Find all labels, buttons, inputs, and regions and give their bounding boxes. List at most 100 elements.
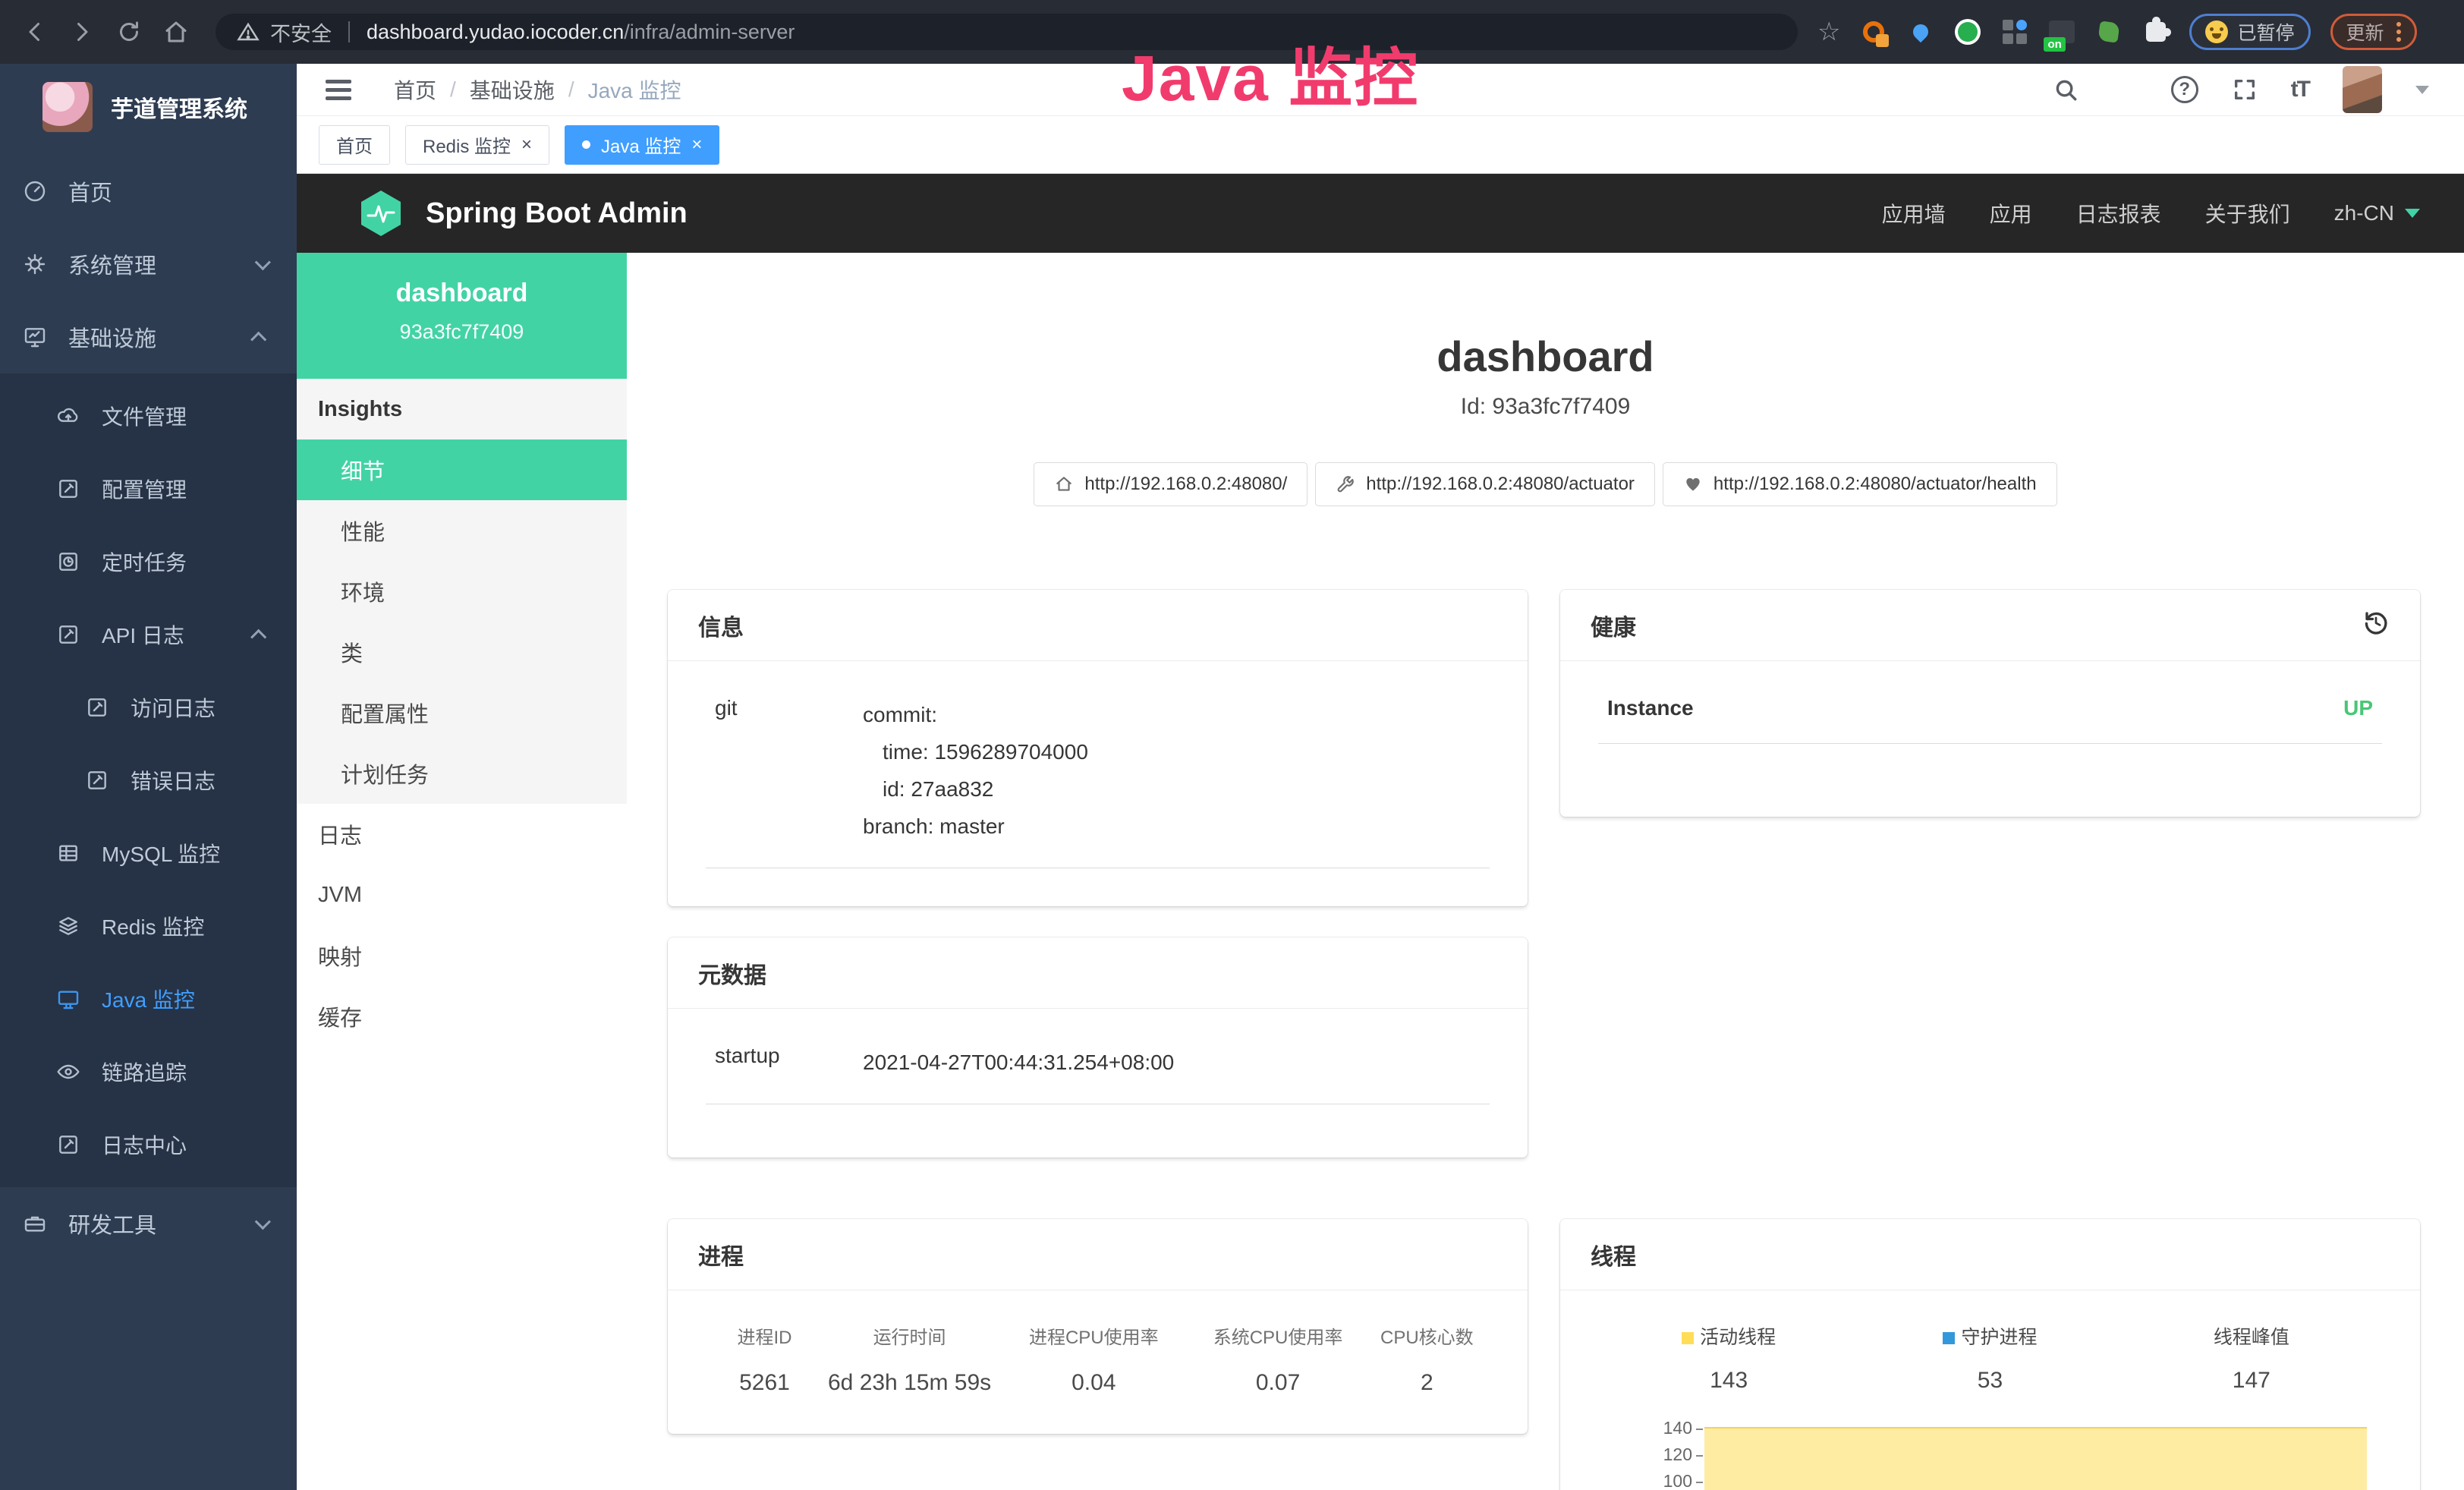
fullscreen-icon[interactable] bbox=[2232, 77, 2258, 102]
breadcrumb: 首页 / 基础设施 / Java 监控 bbox=[394, 74, 681, 105]
language-selector[interactable]: zh-CN bbox=[2334, 201, 2420, 225]
health-card-header: 健康 bbox=[1560, 590, 2420, 661]
paused-badge[interactable]: 已暂停 bbox=[2189, 14, 2310, 50]
sba-nav-journal[interactable]: 日志报表 bbox=[2076, 198, 2161, 228]
tab-redis-monitor[interactable]: Redis 监控 × bbox=[405, 125, 549, 165]
instance-health-row: Instance UP bbox=[1598, 661, 2382, 744]
threads-chart: 140 120 100 bbox=[1598, 1415, 2382, 1490]
sidebar-item-access-log[interactable]: 访问日志 bbox=[0, 671, 297, 744]
bookmark-star-icon[interactable]: ☆ bbox=[1817, 19, 1840, 45]
sidebar-item-infra[interactable]: 基础设施 bbox=[0, 301, 297, 373]
sba-main: dashboard Id: 93a3fc7f7409 http://192.16… bbox=[627, 253, 2464, 1490]
sba-item-logs[interactable]: 日志 bbox=[297, 804, 627, 865]
leaf-extension-icon[interactable] bbox=[2095, 18, 2123, 46]
switch-on-extension-icon[interactable]: on bbox=[2048, 18, 2075, 46]
kebab-menu-icon[interactable] bbox=[2396, 22, 2401, 42]
download-extension-icon[interactable] bbox=[1860, 18, 1887, 46]
breadcrumb-infra[interactable]: 基础设施 bbox=[470, 74, 555, 105]
sidebar-item-api-log[interactable]: API 日志 bbox=[0, 598, 297, 671]
chevron-up-icon bbox=[250, 331, 266, 347]
sidebar-item-log-center[interactable]: 日志中心 bbox=[0, 1108, 297, 1181]
app-logo-row: 芋道管理系统 bbox=[0, 64, 297, 140]
chevron-up-icon bbox=[250, 628, 266, 644]
user-menu-caret-icon[interactable] bbox=[2415, 86, 2429, 94]
update-label: 更新 bbox=[2346, 18, 2384, 46]
y-extension-icon[interactable] bbox=[1954, 18, 1981, 46]
sidebar-item-java-monitor[interactable]: Java 监控 bbox=[0, 962, 297, 1035]
sidebar-item-scheduled-tasks[interactable]: 定时任务 bbox=[0, 525, 297, 598]
layers-icon bbox=[56, 914, 80, 938]
sidebar-item-home[interactable]: 首页 bbox=[0, 155, 297, 228]
cloud-upload-icon bbox=[56, 404, 80, 428]
health-url-button[interactable]: http://192.168.0.2:48080/actuator/health bbox=[1663, 462, 2057, 506]
close-tab-icon[interactable]: × bbox=[691, 136, 702, 154]
threads-card-header: 线程 bbox=[1560, 1219, 2420, 1290]
sba-item-environment[interactable]: 环境 bbox=[297, 561, 627, 622]
sidebar-item-config-manage[interactable]: 配置管理 bbox=[0, 452, 297, 525]
page-annotation: Java 监控 bbox=[1122, 27, 1419, 119]
update-button[interactable]: 更新 bbox=[2330, 14, 2417, 50]
pin-extension-icon[interactable] bbox=[1907, 18, 1934, 46]
close-tab-icon[interactable]: × bbox=[521, 136, 532, 154]
tab-java-monitor[interactable]: Java 监控 × bbox=[565, 125, 719, 165]
monitor-icon bbox=[23, 325, 47, 349]
instance-links: http://192.168.0.2:48080/ http://192.168… bbox=[627, 462, 2464, 506]
extensions-puzzle-icon[interactable] bbox=[2142, 18, 2170, 46]
sba-nav-about[interactable]: 关于我们 bbox=[2205, 198, 2290, 228]
sidebar-item-tracing[interactable]: 链路追踪 bbox=[0, 1035, 297, 1108]
sba-item-details[interactable]: 细节 bbox=[297, 439, 627, 500]
tab-home[interactable]: 首页 bbox=[319, 125, 390, 165]
instance-title: dashboard bbox=[627, 332, 2464, 381]
help-icon[interactable]: ? bbox=[2171, 76, 2198, 103]
git-label: git bbox=[715, 696, 863, 845]
address-bar[interactable]: 不安全 dashboard.yudao.iocoder.cn /infra/ad… bbox=[216, 14, 1798, 50]
reload-icon[interactable] bbox=[115, 18, 143, 46]
sba-item-jvm[interactable]: JVM bbox=[297, 865, 627, 925]
home-icon[interactable] bbox=[162, 18, 190, 46]
process-id-value: 5261 bbox=[706, 1370, 823, 1396]
history-icon[interactable] bbox=[2362, 609, 2390, 642]
screen-icon bbox=[56, 987, 80, 1011]
sidebar-item-system[interactable]: 系统管理 bbox=[0, 228, 297, 301]
briefcase-icon bbox=[23, 1211, 47, 1236]
user-avatar[interactable] bbox=[2343, 66, 2382, 113]
startup-row: startup 2021-04-27T00:44:31.254+08:00 bbox=[706, 1009, 1490, 1104]
process-table-headers: 进程ID 运行时间 进程CPU使用率 系统CPU使用率 CPU核心数 bbox=[706, 1322, 1490, 1349]
uptime-value: 6d 23h 15m 59s bbox=[823, 1370, 996, 1396]
status-badge: UP bbox=[2343, 696, 2373, 720]
threads-legend: 活动线程 守护进程 线程峰值 bbox=[1598, 1322, 2382, 1350]
grid-extension-icon[interactable] bbox=[2001, 18, 2028, 46]
app-window: 芋道管理系统 首页 系统管理 基础设施 文件管理 bbox=[0, 64, 2464, 1490]
sba-nav-applications[interactable]: 应用 bbox=[1990, 198, 2032, 228]
forward-icon[interactable] bbox=[68, 18, 96, 46]
log-edit-icon bbox=[85, 695, 109, 720]
sba-item-caches[interactable]: 缓存 bbox=[297, 986, 627, 1047]
sba-item-classes[interactable]: 类 bbox=[297, 622, 627, 682]
github-icon[interactable] bbox=[2112, 77, 2138, 102]
sba-group-label: Insights bbox=[297, 379, 627, 439]
breadcrumb-home[interactable]: 首页 bbox=[394, 74, 436, 105]
collapse-sidebar-icon[interactable] bbox=[326, 88, 351, 92]
sba-nav-wallboard[interactable]: 应用墙 bbox=[1882, 198, 1946, 228]
legend-peak-threads: 线程峰值 bbox=[2121, 1322, 2382, 1350]
legend-daemon-threads: 守护进程 bbox=[1859, 1322, 2120, 1350]
sba-item-scheduled[interactable]: 计划任务 bbox=[297, 743, 627, 804]
sba-item-mappings[interactable]: 映射 bbox=[297, 925, 627, 986]
sba-instance-header: dashboard 93a3fc7f7409 bbox=[297, 253, 627, 379]
font-size-icon[interactable]: tT bbox=[2291, 77, 2309, 102]
sidebar-item-mysql-monitor[interactable]: MySQL 监控 bbox=[0, 817, 297, 890]
sba-brand[interactable]: Spring Boot Admin bbox=[426, 197, 688, 230]
sidebar-item-file-manage[interactable]: 文件管理 bbox=[0, 380, 297, 452]
actuator-url-button[interactable]: http://192.168.0.2:48080/actuator bbox=[1315, 462, 1655, 506]
sidebar-item-redis-monitor[interactable]: Redis 监控 bbox=[0, 890, 297, 962]
process-cpu-value: 0.04 bbox=[996, 1370, 1191, 1396]
sba-item-metrics[interactable]: 性能 bbox=[297, 500, 627, 561]
search-icon[interactable] bbox=[2053, 77, 2079, 102]
sidebar-item-error-log[interactable]: 错误日志 bbox=[0, 744, 297, 817]
back-icon[interactable] bbox=[21, 18, 49, 46]
process-card-header: 进程 bbox=[668, 1219, 1528, 1290]
service-url-button[interactable]: http://192.168.0.2:48080/ bbox=[1034, 462, 1308, 506]
emoji-face-icon bbox=[2205, 20, 2228, 43]
sba-item-config-props[interactable]: 配置属性 bbox=[297, 682, 627, 743]
sidebar-item-dev-tools[interactable]: 研发工具 bbox=[0, 1187, 297, 1260]
